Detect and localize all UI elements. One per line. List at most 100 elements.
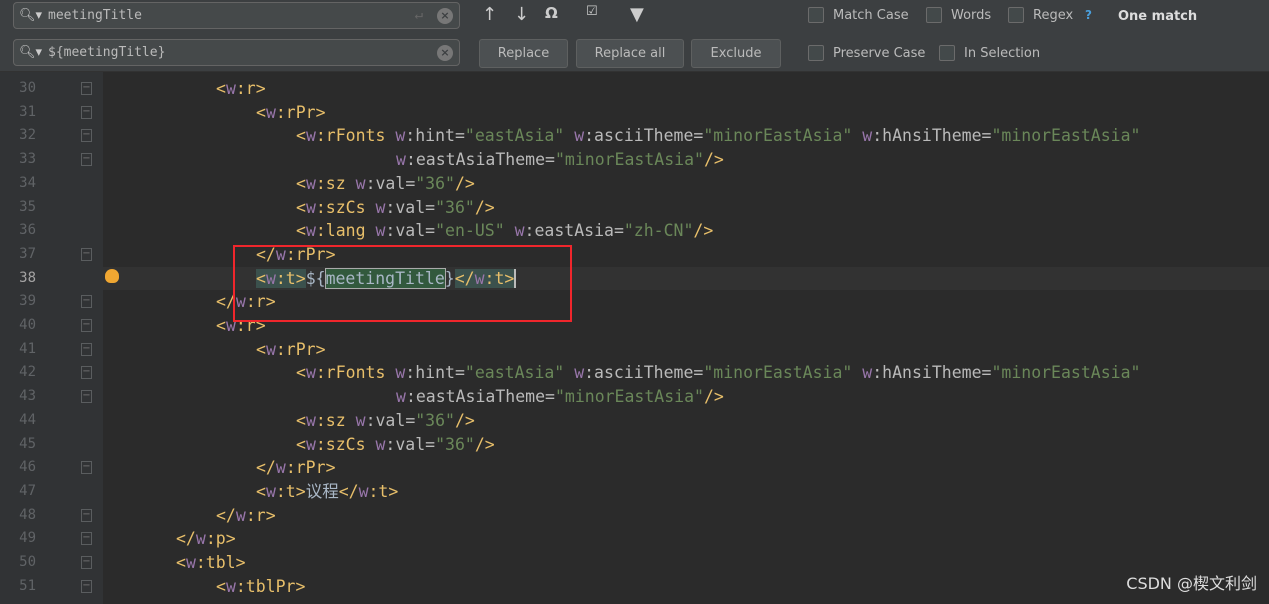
code-line[interactable]: 51 − <w:tblPr> [0,575,1269,599]
code-line[interactable]: 40− <w:r> [0,314,1269,338]
code-line[interactable]: 33 − w:eastAsiaTheme="minorEastAsia"/> [0,148,1269,172]
code-line[interactable]: 48 − </w:r> [0,504,1269,528]
line-number: 49 [19,530,36,547]
fold-icon[interactable]: − [81,342,92,356]
preserve-case-checkbox[interactable]: Preserve Case [808,45,925,61]
watermark: CSDN @楔文利剑 [1126,574,1257,593]
fold-icon[interactable]: − [81,366,92,380]
highlight-box [233,245,572,322]
match-status: One match [1118,9,1198,24]
clear-icon[interactable]: × [437,8,453,24]
fold-icon[interactable]: − [81,105,92,119]
line-number: 43 [19,388,36,405]
exclude-button[interactable]: Exclude [691,39,781,68]
code-line[interactable]: 38 <w:t>${meetingTitle}</w:t> [0,266,1269,291]
code-text: </w:p> [176,529,236,549]
regex-help-icon[interactable]: ? [1085,8,1092,22]
code-line[interactable]: 35 <w:szCs w:val="36"/> [0,196,1269,220]
replace-input[interactable]: 🔍︎▾ ${meetingTitle} × [13,39,460,66]
line-number: 33 [19,151,36,168]
replace-button[interactable]: Replace [479,39,568,68]
fold-icon[interactable]: − [81,247,92,261]
code-line[interactable]: 39− </w:r> [0,290,1269,314]
line-number: 44 [19,411,36,428]
code-line[interactable]: 31 − <w:rPr> [0,101,1269,125]
label: In Selection [964,45,1041,61]
fold-icon[interactable]: − [81,153,92,167]
code-line[interactable]: 47 <w:t>议程</w:t> [0,480,1269,504]
code-line[interactable]: 50 − <w:tbl> [0,551,1269,575]
fold-icon[interactable]: − [81,295,92,309]
code-line[interactable]: 41 − <w:rPr> [0,338,1269,362]
code-line[interactable]: 42 − <w:rFonts w:hint="eastAsia" w:asciiTh… [0,361,1269,385]
multiline-icon[interactable]: ☑ [586,4,598,19]
find-replace-bar: 🔍︎▾ meetingTitle ↵ × 🔍︎▾ ${meetingTitle}… [0,0,1269,72]
search-input[interactable]: 🔍︎▾ meetingTitle ↵ × [13,2,460,29]
lightbulb-icon[interactable] [105,268,119,283]
fold-icon[interactable]: − [81,556,92,569]
code-line[interactable]: 43 − w:eastAsiaTheme="minorEastAsia"/> [0,385,1269,409]
select-all-occurrences-icon[interactable]: Ω [545,4,558,22]
label: Words [951,7,992,23]
line-number: 30 [19,80,36,96]
line-number: 50 [19,554,36,570]
fold-icon[interactable]: − [81,508,92,522]
previous-occurrence-icon[interactable]: ↑ [482,4,497,25]
code-line[interactable]: 32 − <w:rFonts w:hint="eastAsia" w:asciiTh… [0,124,1269,148]
line-number: 31 [19,103,36,120]
code-text: <w:lang w:val="en-US" w:eastAsia="zh-CN"… [296,221,714,241]
code-line[interactable]: 36 <w:lang w:val="en-US" w:eastAsia="zh-C… [0,219,1269,243]
code-line[interactable]: 37− </w:rPr> [0,243,1269,267]
line-number: 47 [19,482,36,499]
code-text: </w:r> [216,505,276,525]
line-number: 42 [19,364,36,381]
code-line[interactable]: 34 <w:sz w:val="36"/> [0,172,1269,196]
fold-icon[interactable]: − [81,532,92,546]
line-number: 40 [19,317,36,333]
replace-value: ${meetingTitle} [48,45,166,60]
line-number: 39 [19,293,36,310]
clear-icon[interactable]: × [437,45,453,61]
fold-icon[interactable]: − [81,82,92,95]
search-icon[interactable]: 🔍︎▾ [19,3,42,28]
filter-icon[interactable]: ▼ [630,4,644,25]
fold-icon[interactable]: − [81,319,92,332]
match-case-checkbox[interactable]: Match Case [808,7,909,23]
line-number: 45 [19,435,36,452]
words-checkbox[interactable]: Words [926,7,991,23]
fold-icon[interactable]: − [81,390,92,404]
code-line[interactable]: 49 − </w:p> [0,527,1269,551]
line-number: 41 [19,340,36,357]
code-text: <w:tblPr> [216,576,306,596]
search-value: meetingTitle [48,8,142,23]
label: Preserve Case [833,45,926,61]
code-text: </w:rPr> [256,458,336,478]
fold-icon[interactable]: − [81,129,92,143]
replace-all-button[interactable]: Replace all [576,39,684,68]
label: Regex [1033,7,1074,23]
code-line[interactable]: 44 <w:sz w:val="36"/> [0,409,1269,433]
code-text: <w:rPr> [256,339,326,359]
fold-icon[interactable]: − [81,579,92,593]
line-number: 51 [19,577,36,594]
code-text: <w:szCs w:val="36"/> [296,434,495,454]
code-line[interactable]: 45 <w:szCs w:val="36"/> [0,433,1269,457]
code-text: <w:rFonts w:hint="eastAsia" w:asciiTheme… [296,126,1141,146]
in-selection-checkbox[interactable]: In Selection [939,45,1040,61]
line-number: 48 [19,506,36,523]
line-number: 32 [19,127,36,144]
regex-checkbox[interactable]: Regex [1008,7,1073,23]
code-text: <w:sz w:val="36"/> [296,173,475,193]
code-line[interactable]: 46 − </w:rPr> [0,456,1269,480]
fold-icon[interactable]: − [81,461,92,475]
next-occurrence-icon[interactable]: ↓ [514,4,529,25]
line-number: 46 [19,459,36,476]
line-number: 37 [19,245,36,262]
code-line[interactable]: 30 − <w:r> [0,77,1269,101]
code-text: <w:szCs w:val="36"/> [296,197,495,217]
code-text: <w:tbl> [176,553,246,572]
code-text: w:eastAsiaTheme="minorEastAsia"/> [396,387,724,407]
code-text: <w:rPr> [256,102,326,122]
search-icon[interactable]: 🔍︎▾ [19,40,42,65]
code-text: <w:t>议程</w:t> [256,481,399,501]
